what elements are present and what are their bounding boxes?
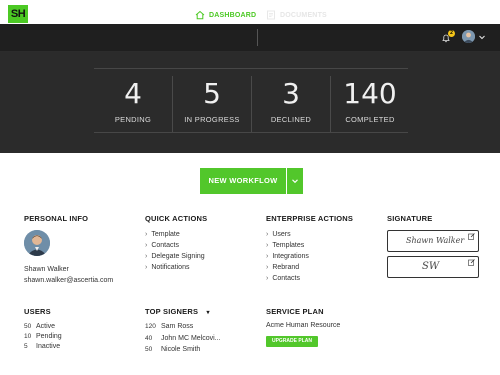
upgrade-plan-button[interactable]: UPGRADE PLAN (266, 336, 318, 347)
nav-divider (257, 29, 258, 46)
avatar-image (462, 30, 475, 43)
signature-text: Shawn Walker (406, 236, 465, 245)
users-count: 5 (24, 343, 28, 350)
service-plan-title: SERVICE PLAN (266, 307, 324, 316)
home-icon (195, 10, 205, 20)
signer-row[interactable]: 120 Sam Ross (145, 323, 193, 330)
document-icon (267, 10, 275, 20)
chevron-down-icon[interactable] (478, 33, 486, 41)
quick-actions-title: QUICK ACTIONS (145, 214, 208, 223)
stats-top-rule (94, 68, 408, 69)
top-navbar (0, 24, 500, 52)
tab-dashboard[interactable]: DASHBOARD (195, 8, 256, 22)
signature-title: SIGNATURE (387, 214, 433, 223)
quick-action-delegate-signing[interactable]: › Delegate Signing (145, 253, 205, 260)
users-label: Active (36, 323, 56, 330)
stat-pending[interactable]: 4 PENDING (94, 77, 172, 125)
enterprise-action-label: Users (272, 231, 291, 238)
signature-box[interactable]: Shawn Walker (387, 230, 479, 252)
edit-icon[interactable] (468, 233, 475, 240)
enterprise-action-users[interactable]: › Users (266, 231, 291, 238)
stat-label: IN PROGRESS (184, 115, 240, 124)
app-logo[interactable]: SH (8, 5, 28, 23)
tab-documents-label: DOCUMENTS (280, 11, 327, 19)
stat-completed[interactable]: 140 COMPLETED (331, 77, 409, 125)
top-signers-title[interactable]: TOP SIGNERS ▾ (145, 307, 210, 316)
enterprise-action-label: Contacts (272, 275, 300, 282)
user-email: shawn.walker@ascertia.com (24, 277, 114, 284)
stat-value: 140 (343, 77, 397, 110)
chevron-right-icon: › (145, 242, 148, 249)
stat-value: 5 (203, 77, 221, 110)
stat-value: 3 (282, 77, 300, 110)
users-active-row[interactable]: 50 Active (24, 323, 55, 330)
profile-photo[interactable] (24, 230, 50, 256)
users-count: 10 (24, 333, 32, 340)
enterprise-action-contacts[interactable]: › Contacts (266, 275, 300, 282)
quick-action-label: Notifications (151, 264, 190, 271)
stat-label: COMPLETED (345, 115, 395, 124)
stat-value: 4 (124, 77, 142, 110)
stat-label: DECLINED (270, 115, 312, 124)
signer-row[interactable]: 50 Nicole Smith (145, 346, 200, 353)
users-title: USERS (24, 307, 51, 316)
stat-in-progress[interactable]: 5 IN PROGRESS (173, 77, 251, 125)
new-workflow-button[interactable]: NEW WORKFLOW (200, 168, 286, 194)
top-signers-label: TOP SIGNERS (145, 307, 199, 316)
enterprise-action-rebrand[interactable]: › Rebrand (266, 264, 299, 271)
quick-action-label: Contacts (151, 242, 179, 249)
quick-action-label: Template (151, 231, 180, 238)
enterprise-actions-title: ENTERPRISE ACTIONS (266, 214, 354, 223)
signer-row[interactable]: 40 John MC Melcovi... (145, 335, 221, 342)
quick-action-notifications[interactable]: › Notifications (145, 264, 189, 271)
stat-label: PENDING (114, 115, 152, 124)
quick-action-template[interactable]: › Template (145, 231, 180, 238)
profile-image (24, 230, 50, 256)
signer-count: 120 (145, 323, 156, 330)
chevron-down-icon (292, 179, 298, 184)
chevron-right-icon: › (266, 264, 269, 271)
tab-dashboard-label: DASHBOARD (209, 11, 257, 19)
chevron-right-icon: › (145, 231, 148, 238)
initials-box[interactable]: SW (387, 256, 479, 278)
dropdown-arrow-icon: ▾ (206, 310, 210, 316)
chevron-right-icon: › (145, 253, 148, 260)
users-pending-row[interactable]: 10 Pending (24, 333, 62, 340)
users-label: Inactive (36, 343, 61, 350)
signer-name: Sam Ross (161, 323, 194, 330)
chevron-right-icon: › (266, 242, 269, 249)
notification-badge: 2 (448, 30, 455, 37)
users-label: Pending (36, 333, 62, 340)
user-avatar[interactable] (462, 30, 475, 43)
plan-name: Acme Human Resource (266, 322, 341, 329)
edit-icon[interactable] (468, 259, 475, 266)
enterprise-action-label: Rebrand (272, 264, 300, 271)
enterprise-action-label: Integrations (272, 253, 309, 260)
signer-count: 50 (145, 346, 153, 353)
enterprise-action-integrations[interactable]: › Integrations (266, 253, 309, 260)
workflow-dropdown-button[interactable] (287, 168, 303, 194)
enterprise-action-templates[interactable]: › Templates (266, 242, 304, 249)
quick-action-contacts[interactable]: › Contacts (145, 242, 179, 249)
chevron-right-icon: › (145, 264, 148, 271)
tab-documents[interactable]: DOCUMENTS (266, 8, 327, 22)
users-count: 50 (24, 323, 32, 330)
signer-name: Nicole Smith (161, 346, 201, 353)
users-inactive-row[interactable]: 5 Inactive (24, 343, 60, 350)
personal-info-title: PERSONAL INFO (24, 214, 89, 223)
stats-bottom-rule (94, 132, 408, 133)
enterprise-action-label: Templates (272, 242, 305, 249)
chevron-right-icon: › (266, 231, 269, 238)
signer-name: John MC Melcovi... (161, 335, 221, 342)
stat-declined[interactable]: 3 DECLINED (252, 77, 330, 125)
chevron-right-icon: › (266, 275, 269, 282)
initials-text: SW (422, 261, 440, 272)
chevron-right-icon: › (266, 253, 269, 260)
signer-count: 40 (145, 335, 153, 342)
user-name: Shawn Walker (24, 266, 69, 273)
quick-action-label: Delegate Signing (151, 253, 205, 260)
